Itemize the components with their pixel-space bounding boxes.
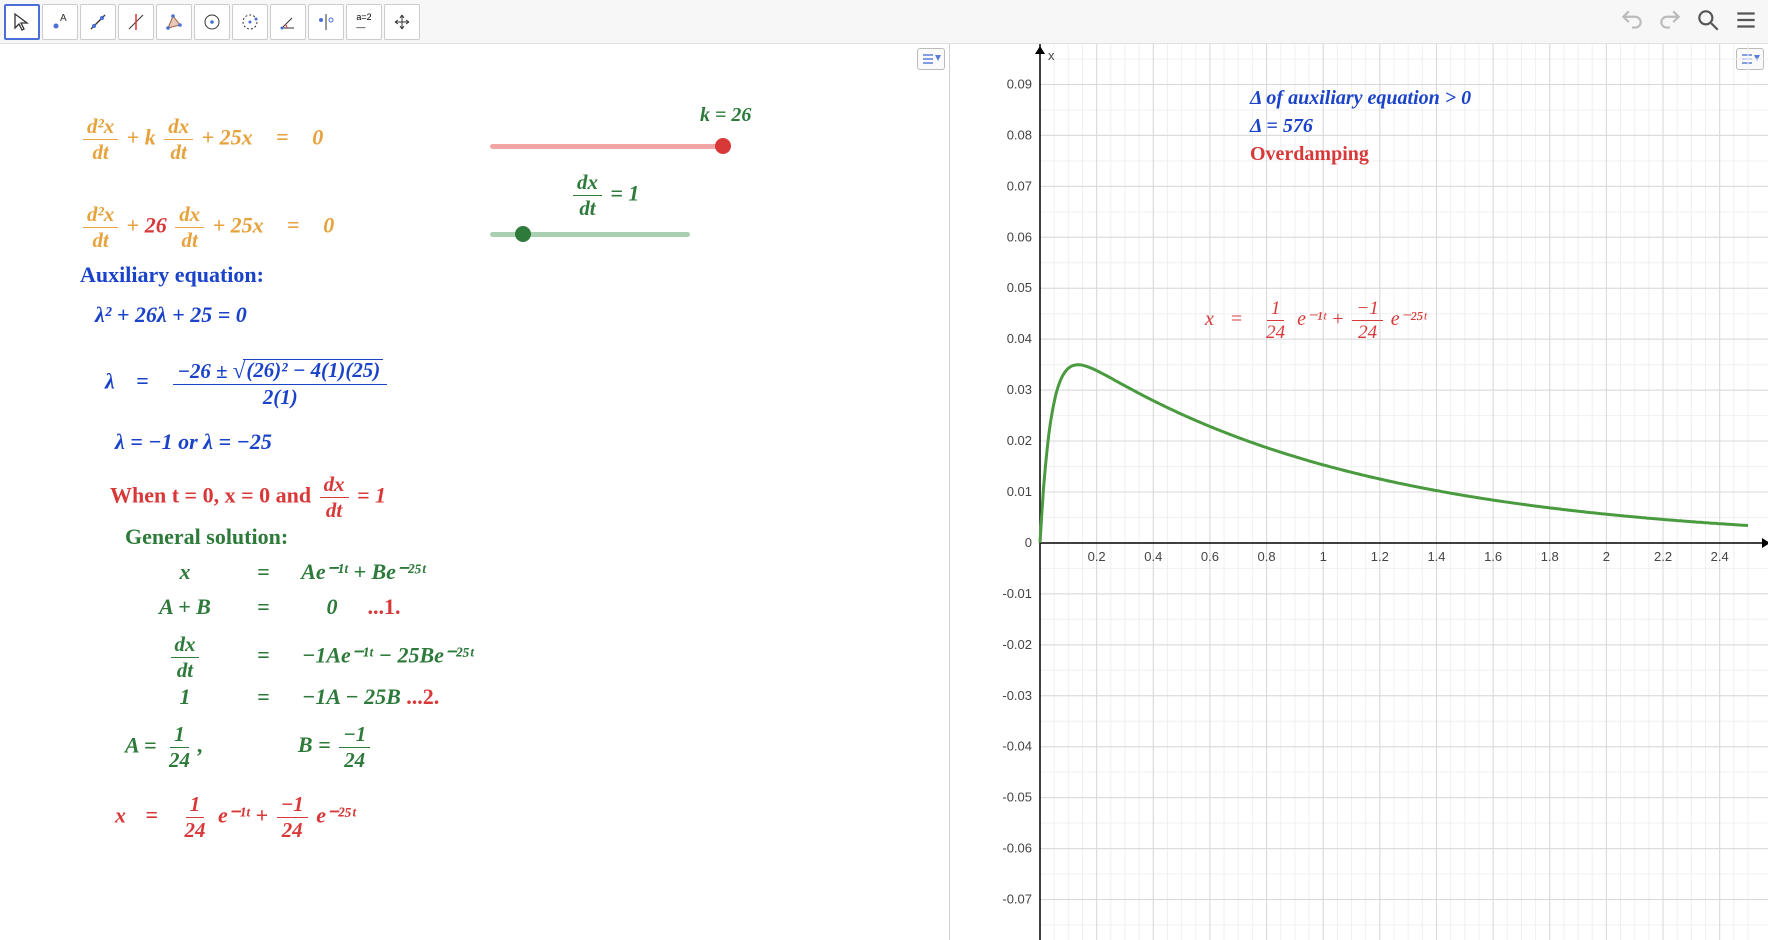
- gen-row4: 1 = −1A − 25B ...2.: [145, 684, 439, 710]
- menu-icon[interactable]: [1730, 4, 1762, 36]
- svg-text:0.09: 0.09: [1007, 76, 1032, 91]
- circle-tool[interactable]: [194, 4, 230, 40]
- graphics-view[interactable]: x 0.2 0.4 0.6 0.8 1 1.2 1.4 1.6 1.8 2 2.2 2.4 -0.07 -0…: [950, 44, 1768, 940]
- svg-text:-0.07: -0.07: [1002, 892, 1032, 907]
- k-slider-label: k = 26: [700, 104, 751, 127]
- svg-text:-0.04: -0.04: [1002, 739, 1032, 754]
- move-view-tool[interactable]: [384, 4, 420, 40]
- svg-text:-0.01: -0.01: [1002, 586, 1032, 601]
- undo-button[interactable]: [1616, 4, 1648, 36]
- k-slider[interactable]: [490, 136, 730, 156]
- svg-text:0.8: 0.8: [1258, 549, 1276, 564]
- ellipse-tool[interactable]: [232, 4, 268, 40]
- svg-text:0.4: 0.4: [1144, 549, 1162, 564]
- ode-with-k: d²xdt + 26 dxdt + 25x = 0: [80, 204, 334, 251]
- dxdt-slider[interactable]: [490, 224, 690, 244]
- svg-text:0.03: 0.03: [1007, 382, 1032, 397]
- svg-text:x: x: [1048, 48, 1055, 63]
- svg-text:0.6: 0.6: [1201, 549, 1219, 564]
- gen-ab: A = 124, B = −124: [125, 724, 373, 771]
- reflect-tool[interactable]: [308, 4, 344, 40]
- perpendicular-tool[interactable]: [118, 4, 154, 40]
- gen-row1: x = Ae⁻¹ᵗ + Be⁻²⁵ᵗ: [145, 559, 426, 585]
- discriminant-annotation: Δ of auxiliary equation > 0 Δ = 576 Over…: [1250, 84, 1471, 168]
- svg-text:2.2: 2.2: [1654, 549, 1672, 564]
- point-tool[interactable]: A: [42, 4, 78, 40]
- solution-on-graph: x = 124 e⁻¹ᵗ + −124 e⁻²⁵ᵗ: [1205, 299, 1427, 342]
- svg-text:0.2: 0.2: [1088, 549, 1106, 564]
- search-icon[interactable]: [1692, 4, 1724, 36]
- svg-text:0.01: 0.01: [1007, 484, 1032, 499]
- initial-conditions: When t = 0, x = 0 and dxdt = 1: [110, 474, 386, 521]
- lambda-solutions: λ = −1 or λ = −25: [115, 429, 272, 455]
- toolbar-right: [1616, 4, 1762, 36]
- svg-text:0.04: 0.04: [1007, 331, 1032, 346]
- svg-text:-0.06: -0.06: [1002, 841, 1032, 856]
- algebra-view[interactable]: d²xdt + k dxdt + 25x = 0 d²xdt + 26 dxdt…: [0, 44, 950, 940]
- final-solution: x = 124 e⁻¹ᵗ + −124 e⁻²⁵ᵗ: [115, 794, 356, 841]
- svg-text:0.02: 0.02: [1007, 433, 1032, 448]
- line-tool[interactable]: [80, 4, 116, 40]
- polygon-tool[interactable]: [156, 4, 192, 40]
- svg-text:2: 2: [1603, 549, 1610, 564]
- svg-text:0.08: 0.08: [1007, 127, 1032, 142]
- ode-general: d²xdt + k dxdt + 25x = 0: [80, 116, 323, 163]
- angle-tool[interactable]: [270, 4, 306, 40]
- aux-eq: λ² + 26λ + 25 = 0: [95, 302, 247, 328]
- svg-text:-0.03: -0.03: [1002, 688, 1032, 703]
- dxdt-slider-label: dxdt = 1: [570, 172, 639, 219]
- gen-row3: dxdt = −1Ae⁻¹ᵗ − 25Be⁻²⁵ᵗ: [145, 634, 474, 681]
- svg-text:-0.02: -0.02: [1002, 637, 1032, 652]
- toolbar: A a=2—: [0, 0, 1768, 44]
- move-tool[interactable]: [4, 4, 40, 40]
- view-options-left[interactable]: [917, 48, 945, 70]
- aux-title: Auxiliary equation:: [80, 262, 264, 288]
- gen-row2: A + B = 0 ...1.: [145, 594, 401, 620]
- svg-text:1.8: 1.8: [1541, 549, 1559, 564]
- svg-text:1.6: 1.6: [1484, 549, 1502, 564]
- svg-text:1.4: 1.4: [1427, 549, 1445, 564]
- redo-button[interactable]: [1654, 4, 1686, 36]
- general-solution-title: General solution:: [125, 524, 288, 550]
- svg-text:0.06: 0.06: [1007, 229, 1032, 244]
- svg-text:0.07: 0.07: [1007, 178, 1032, 193]
- svg-text:0: 0: [1025, 535, 1032, 550]
- slider-tool[interactable]: a=2—: [346, 4, 382, 40]
- svg-text:1: 1: [1320, 549, 1327, 564]
- svg-text:0.05: 0.05: [1007, 280, 1032, 295]
- svg-text:2.4: 2.4: [1711, 549, 1729, 564]
- svg-text:-0.05: -0.05: [1002, 790, 1032, 805]
- svg-text:1.2: 1.2: [1371, 549, 1389, 564]
- lambda-quadratic: λ = −26 ± √(26)² − 4(1)(25) 2(1): [105, 359, 390, 408]
- graph-canvas[interactable]: x 0.2 0.4 0.6 0.8 1 1.2 1.4 1.6 1.8 2 2.2 2.4 -0.07 -0…: [950, 44, 1768, 940]
- svg-text:A: A: [60, 13, 67, 24]
